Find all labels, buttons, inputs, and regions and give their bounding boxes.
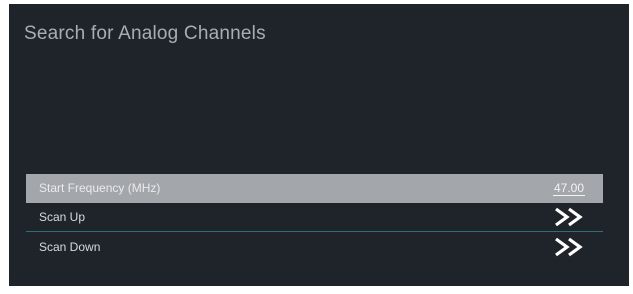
page-title: Search for Analog Channels <box>24 23 266 44</box>
start-frequency-value[interactable]: 47.00 <box>552 181 585 196</box>
tv-settings-screen: Search for Analog Channels Start Frequen… <box>9 4 629 286</box>
double-chevron-right-icon <box>555 207 583 227</box>
double-chevron-right-icon <box>555 237 583 256</box>
menu-item-start-frequency[interactable]: Start Frequency (MHz) 47.00 <box>26 174 603 203</box>
menu-item-label: Start Frequency (MHz) <box>39 181 161 195</box>
menu-item-label: Scan Down <box>39 239 101 254</box>
channel-search-menu: Start Frequency (MHz) 47.00 Scan Up Scan… <box>26 174 603 261</box>
menu-item-scan-up[interactable]: Scan Up <box>26 203 603 232</box>
menu-item-scan-down[interactable]: Scan Down <box>26 232 603 261</box>
menu-item-label: Scan Up <box>39 210 86 224</box>
